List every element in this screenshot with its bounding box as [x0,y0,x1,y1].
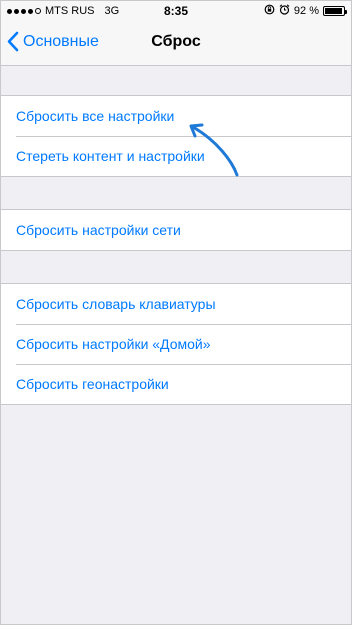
status-bar: MTS RUS 3G 8:35 92 % [1,1,351,21]
reset-network-settings-item[interactable]: Сбросить настройки сети [1,210,351,250]
battery-percent: 92 % [293,5,319,17]
reset-keyboard-dictionary-item[interactable]: Сбросить словарь клавиатуры [1,284,351,324]
navigation-bar: Основные Сброс [1,21,351,66]
screen: MTS RUS 3G 8:35 92 % Основные Сброс Сбро… [0,0,352,625]
rotation-lock-icon [264,4,275,18]
erase-content-settings-item[interactable]: Стереть контент и настройки [1,136,351,176]
reset-location-privacy-item[interactable]: Сбросить геонастройки [1,364,351,404]
reset-all-settings-item[interactable]: Сбросить все настройки [1,96,351,136]
settings-group-reset-all: Сбросить все настройки Стереть контент и… [1,95,351,177]
reset-home-layout-item[interactable]: Сбросить настройки «Домой» [1,324,351,364]
page-title: Сброс [151,33,201,50]
alarm-clock-icon [279,4,290,18]
settings-group-other: Сбросить словарь клавиатуры Сбросить нас… [1,283,351,405]
settings-group-network: Сбросить настройки сети [1,209,351,251]
status-right: 92 % [264,4,347,18]
battery-icon [323,6,347,16]
